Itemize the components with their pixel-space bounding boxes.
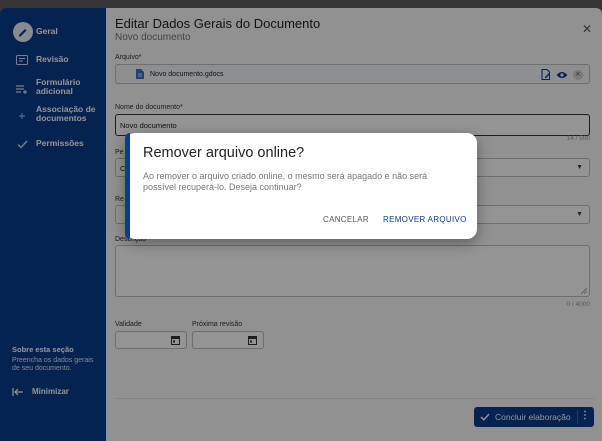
dialog-title: Remover arquivo online? bbox=[143, 145, 305, 161]
dialog-message: Ao remover o arquivo criado online, o me… bbox=[143, 171, 428, 192]
remove-file-dialog: Remover arquivo online? Ao remover o arq… bbox=[125, 133, 477, 239]
cancel-button[interactable]: CANCELAR bbox=[323, 215, 369, 224]
remove-file-button[interactable]: REMOVER ARQUIVO bbox=[383, 215, 467, 224]
dialog-accent-bar bbox=[125, 133, 130, 239]
